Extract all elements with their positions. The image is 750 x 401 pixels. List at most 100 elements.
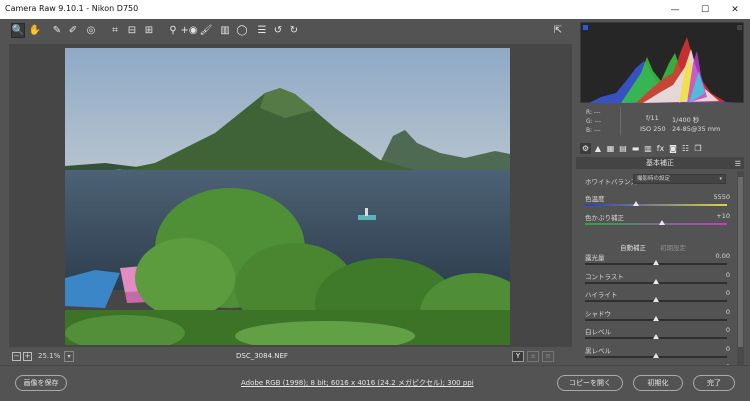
info-readout: R: --- G: --- B: --- f/11 1/400 秒 ISO 25…	[580, 105, 744, 139]
rotate-left-tool-icon[interactable]: ↺	[271, 23, 285, 38]
fullscreen-icon[interactable]: ⇱	[551, 23, 565, 38]
view-toggle-button[interactable]: Y	[512, 351, 524, 362]
white-balance-tool-icon[interactable]: ✎	[50, 23, 64, 38]
maximize-button[interactable]: ☐	[690, 0, 720, 19]
r-value: ---	[593, 109, 601, 116]
slider-value[interactable]: 5550	[713, 193, 730, 201]
file-name: DSC_3084.NEF	[236, 352, 288, 360]
slider-label: 白レベル	[585, 328, 611, 336]
default-button[interactable]: 初期設定	[660, 242, 686, 252]
white-balance-value: 撮影時の設定	[637, 176, 671, 182]
panel-tabs: ⚙ ▲ ▦ ▤ ▬ ▥ fx ◙ ☷ ❐	[578, 142, 746, 156]
red-eye-tool-icon[interactable]: +◉	[180, 23, 197, 38]
chevron-down-icon: ▾	[719, 176, 722, 182]
panel-tab-6-icon[interactable]: fx	[655, 143, 666, 154]
slider-thumb[interactable]	[653, 315, 659, 321]
workflow-options-link[interactable]: Adobe RGB (1998); 8 bit; 6016 x 4016 (24…	[241, 378, 474, 388]
g-label: G:	[586, 118, 593, 125]
zoom-tool-icon[interactable]: 🔍	[11, 23, 25, 38]
toolbar: ⇱ 🔍 ✋ ✎ ✐ ◎ ⌗ ⊟ ⊞ ⚲ +◉ 🖌 ▥ ◯ ☰ ↺ ↻	[0, 19, 573, 43]
spot-removal-tool-icon[interactable]: ⚲	[166, 23, 180, 38]
slider-value[interactable]: 0	[726, 345, 730, 353]
zoom-out-button[interactable]: −	[12, 352, 21, 361]
g-value: ---	[594, 118, 602, 125]
zoom-dropdown-button[interactable]: ▾	[64, 351, 74, 362]
slider-value[interactable]: +10	[716, 212, 730, 220]
photo-preview[interactable]	[65, 48, 510, 345]
window-title: Camera Raw 9.10.1 - Nikon D750	[5, 4, 139, 13]
bottom-bar: 画像を保存 Adobe RGB (1998); 8 bit; 6016 x 40…	[0, 365, 750, 401]
slider-thumb[interactable]	[653, 260, 659, 265]
slider-track[interactable]	[585, 223, 727, 225]
slider-track[interactable]	[585, 204, 727, 206]
window-controls: — ☐ ✕	[660, 0, 750, 19]
panel-tab-0-icon[interactable]: ⚙	[580, 143, 591, 154]
adjustment-brush-tool-icon[interactable]: 🖌	[199, 23, 213, 38]
preferences-tool-icon[interactable]: ☰	[255, 23, 269, 38]
b-value: ---	[594, 127, 601, 134]
white-balance-select[interactable]: 撮影時の設定 ▾	[633, 174, 726, 184]
histogram	[580, 22, 744, 103]
slider-value[interactable]: 0	[726, 308, 730, 316]
panel-tab-7-icon[interactable]: ◙	[668, 143, 679, 154]
slider-label: 黒レベル	[585, 346, 611, 355]
slider-thumb[interactable]	[653, 334, 659, 339]
panel-tab-4-icon[interactable]: ▬	[630, 143, 641, 154]
rotate-right-tool-icon[interactable]: ↻	[287, 23, 301, 38]
open-copy-button[interactable]: コピーを開く	[557, 375, 623, 391]
targeted-adjustment-tool-icon[interactable]: ◎	[84, 23, 98, 38]
slider-label: コントラスト	[585, 272, 624, 281]
panel-tab-3-icon[interactable]: ▤	[618, 143, 629, 154]
crop-tool-icon[interactable]: ⌗	[108, 23, 122, 38]
hand-tool-icon[interactable]: ✋	[28, 23, 42, 38]
compare-button[interactable]: ±	[527, 351, 539, 362]
reset-button[interactable]: 初期化	[633, 375, 683, 391]
panel-tab-1-icon[interactable]: ▲	[593, 143, 604, 154]
shutter-speed: 1/400 秒	[672, 116, 700, 124]
panel-tab-2-icon[interactable]: ▦	[605, 143, 616, 154]
done-button[interactable]: 完了	[693, 375, 735, 391]
save-image-button[interactable]: 画像を保存	[15, 375, 67, 391]
panel-scrollbar[interactable]	[737, 171, 744, 365]
right-panel: R: --- G: --- B: --- f/11 1/400 秒 ISO 25…	[576, 19, 750, 376]
slider-value[interactable]: 0	[726, 289, 730, 297]
straighten-tool-icon[interactable]: ⊟	[125, 23, 139, 38]
panel-menu-icon[interactable]: ☰	[735, 158, 741, 170]
shadow-clip-indicator	[583, 25, 588, 30]
close-button[interactable]: ✕	[720, 0, 750, 19]
scrollbar-thumb[interactable]	[738, 177, 743, 347]
transform-tool-icon[interactable]: ⊞	[142, 23, 156, 38]
lake-mountain-photo	[65, 48, 510, 345]
basic-panel-header: 基本補正 ☰	[576, 157, 744, 169]
radial-filter-tool-icon[interactable]: ◯	[235, 23, 249, 38]
highlight-clip-indicator	[737, 25, 742, 30]
slider-thumb[interactable]	[653, 278, 659, 284]
aperture: f/11	[646, 114, 659, 122]
slider-thumb[interactable]	[633, 201, 640, 206]
status-bar: − + 25.1% ▾ DSC_3084.NEF Y ± ≡	[0, 349, 573, 365]
slider-thumb[interactable]	[658, 220, 665, 225]
minimize-button[interactable]: —	[660, 0, 690, 19]
slider-label: ハイライト	[585, 291, 618, 299]
slider-thumb[interactable]	[653, 297, 659, 302]
zoom-level: 25.1%	[38, 352, 61, 360]
color-sampler-tool-icon[interactable]: ✐	[66, 23, 80, 38]
swap-button[interactable]: ≡	[542, 351, 554, 362]
r-label: R:	[586, 109, 593, 116]
slider-value[interactable]: 0	[726, 326, 730, 334]
auto-button[interactable]: 自動補正	[620, 242, 646, 252]
iso: ISO 250	[640, 125, 666, 133]
slider-value[interactable]: 0	[726, 271, 730, 279]
lens: 24-85@35 mm	[672, 125, 721, 133]
info-divider	[620, 107, 621, 135]
slider-thumb[interactable]	[653, 352, 659, 358]
title-bar: Camera Raw 9.10.1 - Nikon D750 — ☐ ✕	[0, 0, 750, 19]
slider-label: 露光量	[585, 254, 605, 262]
graduated-filter-tool-icon[interactable]: ▥	[218, 23, 232, 38]
panel-tab-9-icon[interactable]: ❐	[693, 143, 704, 154]
panel-tab-5-icon[interactable]: ▥	[643, 143, 654, 154]
zoom-in-button[interactable]: +	[23, 352, 32, 361]
panel-tab-8-icon[interactable]: ☷	[680, 143, 691, 154]
b-label: B:	[586, 127, 593, 134]
slider-value[interactable]: 0.00	[716, 252, 730, 260]
